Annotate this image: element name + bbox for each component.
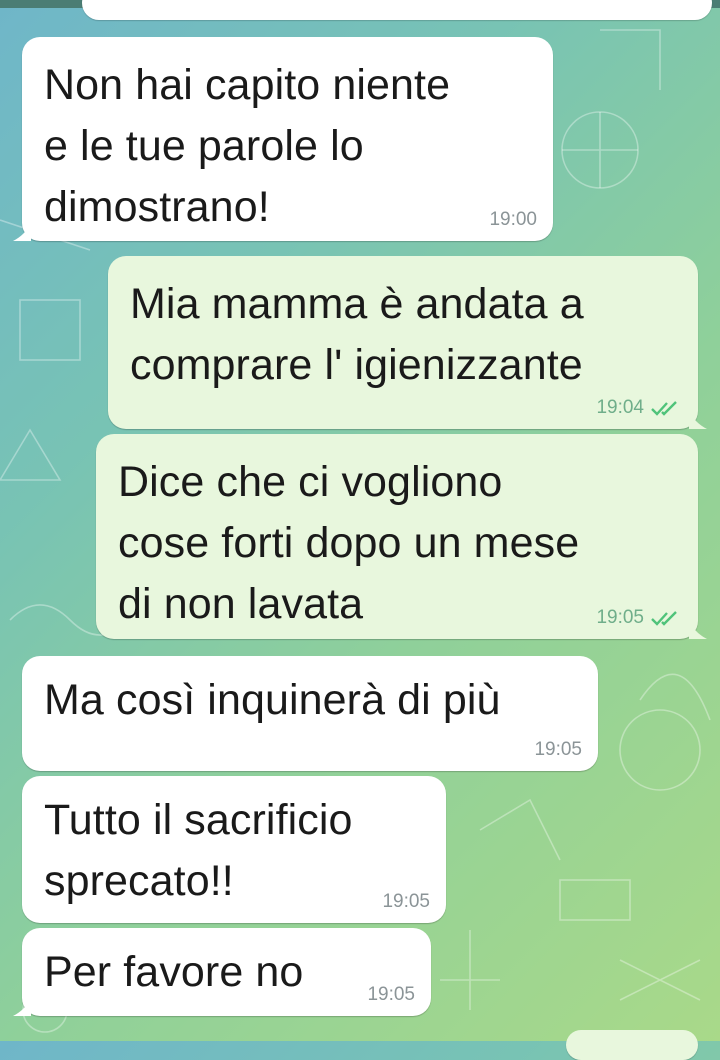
message-bubble-incoming[interactable]: Per favore no 19:05 bbox=[13, 928, 431, 1016]
message-text: Per favore no bbox=[44, 948, 304, 996]
message-time: 19:04 bbox=[596, 397, 644, 418]
message-text: Dice che ci vogliono cose forti dopo un … bbox=[118, 458, 580, 628]
message-text: Tutto il sacrificio sprecato!! bbox=[44, 796, 353, 905]
message-time: 19:00 bbox=[489, 209, 537, 230]
next-message-bubble-partial[interactable] bbox=[566, 1030, 698, 1060]
message-bubble-incoming[interactable]: Non hai capito niente e le tue parole lo… bbox=[13, 37, 553, 241]
message-text: Mia mamma è andata a comprare l' igieniz… bbox=[130, 280, 584, 389]
message-text: Non hai capito niente e le tue parole lo… bbox=[44, 61, 451, 231]
message-time: 19:05 bbox=[534, 739, 582, 760]
message-bubble-incoming[interactable]: Tutto il sacrificio sprecato!! 19:05 bbox=[22, 776, 446, 923]
double-check-icon bbox=[651, 611, 677, 626]
message-bubble-incoming[interactable]: Ma così inquinerà di più 19:05 bbox=[22, 656, 598, 771]
message-bubble-outgoing[interactable]: Mia mamma è andata a comprare l' igieniz… bbox=[108, 256, 707, 429]
bubble-tail bbox=[13, 223, 31, 241]
double-check-icon bbox=[651, 401, 677, 416]
message-time: 19:05 bbox=[382, 891, 430, 912]
bubble-tail bbox=[689, 621, 707, 639]
message-text: Ma così inquinerà di più bbox=[44, 676, 501, 724]
message-bubble-outgoing[interactable]: Dice che ci vogliono cose forti dopo un … bbox=[96, 434, 707, 639]
previous-message-bubble-partial[interactable] bbox=[82, 0, 712, 20]
message-time: 19:05 bbox=[367, 984, 415, 1005]
bubble-tail bbox=[13, 998, 31, 1016]
message-time: 19:05 bbox=[596, 607, 644, 628]
bubble-tail bbox=[689, 411, 707, 429]
